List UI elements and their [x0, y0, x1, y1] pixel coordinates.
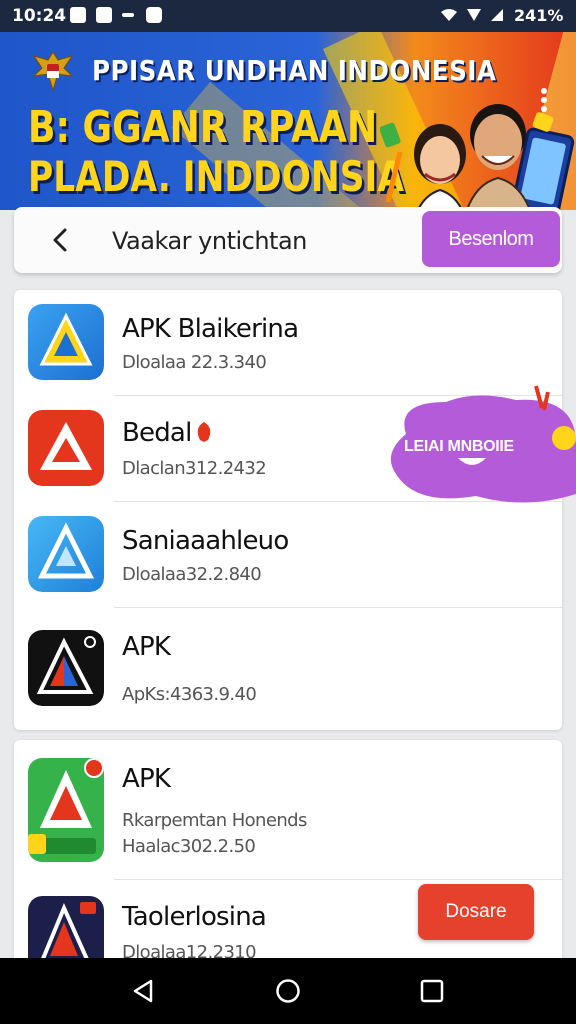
apk-light-blue-icon	[28, 516, 104, 592]
nav-back-icon[interactable]	[130, 978, 156, 1004]
app-name: APK	[122, 632, 171, 662]
gallery-icon	[96, 7, 112, 23]
app-name: Saniaaahleuo	[122, 526, 289, 556]
search-button[interactable]: Besenlom	[422, 211, 560, 267]
app-version: Dloalaa32.2.840	[122, 564, 262, 585]
battery-level: 241%	[514, 6, 564, 25]
download-button[interactable]: Dosare	[418, 884, 534, 940]
notification-icon	[70, 7, 86, 23]
app-version: Haalac302.2.50	[122, 836, 256, 857]
garuda-emblem-icon	[32, 51, 74, 92]
search-bar: Vaakar yntichtan Besenlom	[14, 207, 562, 273]
app-description: Rkarpemtan Honends	[122, 810, 307, 831]
app-name: APK	[122, 764, 171, 794]
list-item[interactable]: APK Rkarpemtan Honends Haalac302.2.50	[14, 740, 562, 880]
promo-banner[interactable]: PPISAR UNDHAN INDONESIA B: GGANR RPAAN P…	[0, 32, 576, 210]
apk-green-icon	[28, 758, 104, 862]
app-name: Bedal	[122, 418, 192, 448]
promo-label: LEIAI MNBOIIE	[404, 438, 514, 455]
apk-blue-yellow-icon	[28, 304, 104, 380]
banner-headline-1: B: GGANR RPAAN	[28, 102, 378, 153]
nav-recents-icon[interactable]	[420, 979, 444, 1003]
apk-black-icon	[28, 630, 104, 706]
list-item[interactable]: APK ApKs:4363.9.40	[14, 608, 562, 730]
apk-red-icon	[28, 410, 104, 486]
badge-icon	[197, 422, 211, 442]
status-bar: 10:24 241%	[0, 0, 576, 32]
people-illustration-icon	[380, 104, 575, 210]
banner-headline-2: PLADA. INDDONSIA	[28, 152, 404, 201]
dots-icon	[122, 13, 134, 17]
app-list: APK Blaikerina Dloalaa 22.3.340 Bedal Dl…	[14, 290, 562, 730]
app-version: Dloalaa 22.3.340	[122, 352, 267, 373]
app-name: APK Blaikerina	[122, 314, 299, 344]
nav-home-icon[interactable]	[275, 978, 301, 1004]
signal-icon	[467, 9, 481, 21]
navigation-bar	[0, 958, 576, 1024]
app-version: Dlaclan312.2432	[122, 458, 267, 479]
app-version: ApKs:4363.9.40	[122, 684, 257, 705]
search-input[interactable]: Vaakar yntichtan	[112, 227, 307, 255]
app-notification-icon	[146, 7, 162, 23]
status-time: 10:24	[12, 6, 67, 26]
wifi-icon	[441, 9, 457, 21]
cell-signal-icon	[491, 9, 503, 21]
list-item[interactable]: Saniaaahleuo Dloalaa32.2.840	[14, 502, 562, 608]
back-arrow-icon[interactable]	[48, 227, 74, 253]
app-name: Taolerlosina	[122, 902, 267, 932]
list-item[interactable]: APK Blaikerina Dloalaa 22.3.340	[14, 290, 562, 396]
